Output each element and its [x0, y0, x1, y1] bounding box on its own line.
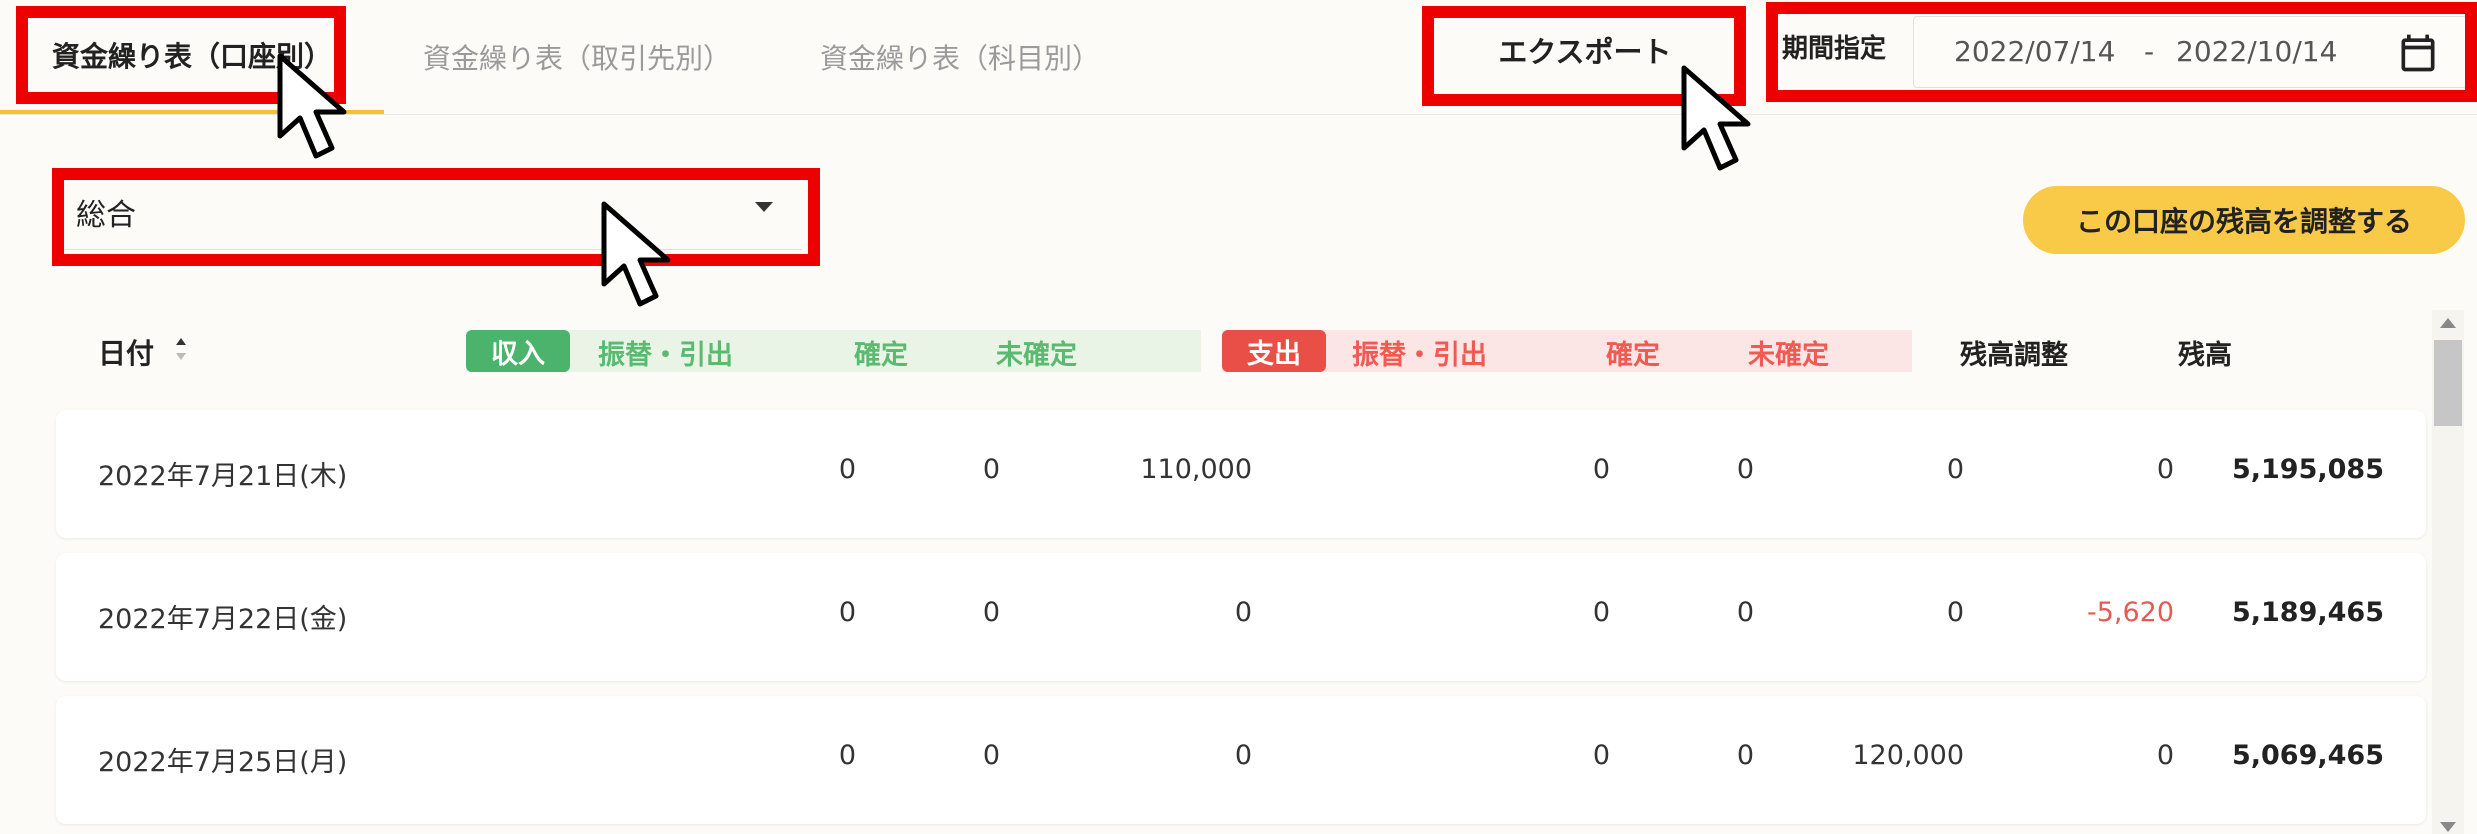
row-out-transfer: 0: [1592, 454, 1610, 485]
row-out-transfer: 0: [1592, 597, 1610, 628]
header-income-transfer: 振替・引出: [598, 340, 733, 371]
header-expense-confirmed: 確定: [1606, 340, 1660, 371]
row-in-confirmed: 0: [982, 740, 1000, 771]
cashflow-page: 資金繰り表（口座別） 資金繰り表（取引先別） 資金繰り表（科目別） エクスポート…: [0, 0, 2477, 834]
tab-by-partner[interactable]: 資金繰り表（取引先別）: [400, 0, 754, 114]
row-in-unconfirmed: 0: [1234, 597, 1252, 628]
scrollbar-thumb[interactable]: [2434, 340, 2462, 426]
account-select-value: 総合: [76, 198, 136, 233]
scroll-up-icon[interactable]: [2440, 318, 2456, 328]
row-in-transfer: 0: [838, 597, 856, 628]
row-out-confirmed: 0: [1736, 597, 1754, 628]
row-date: 2022年7月22日(金): [98, 604, 348, 635]
expense-badge: 支出: [1222, 330, 1326, 372]
header-expense-transfer: 振替・引出: [1352, 340, 1487, 371]
header-income-unconfirmed: 未確定: [996, 340, 1077, 371]
row-out-transfer: 0: [1592, 740, 1610, 771]
header-adjustment: 残高調整: [1960, 340, 2068, 371]
row-adjustment: 0: [2156, 740, 2174, 771]
row-in-confirmed: 0: [982, 454, 1000, 485]
row-balance: 5,069,465: [2231, 740, 2384, 771]
header-date[interactable]: 日付: [98, 332, 154, 372]
row-out-confirmed: 0: [1736, 454, 1754, 485]
tab-by-account-item[interactable]: 資金繰り表（科目別）: [800, 0, 1120, 114]
row-out-confirmed: 0: [1736, 740, 1754, 771]
row-in-unconfirmed: 110,000: [1140, 454, 1252, 485]
row-in-confirmed: 0: [982, 597, 1000, 628]
table-row[interactable]: 2022年7月21日(木) 0 0 110,000 0 0 0 0 5,195,…: [56, 410, 2426, 538]
date-end[interactable]: 2022/10/14: [2176, 35, 2337, 68]
export-button[interactable]: エクスポート: [1440, 18, 1730, 82]
period-label: 期間指定: [1782, 34, 1887, 64]
table-row[interactable]: 2022年7月25日(月) 0 0 0 0 0 120,000 0 5,069,…: [56, 696, 2426, 824]
date-start[interactable]: 2022/07/14: [1954, 35, 2115, 68]
header-income-confirmed: 確定: [854, 340, 908, 371]
row-balance: 5,189,465: [2231, 597, 2384, 628]
row-out-unconfirmed: 0: [1946, 454, 1964, 485]
period-date-range[interactable]: 2022/07/14 - 2022/10/14: [1913, 16, 2467, 88]
header-balance: 残高: [2178, 340, 2232, 371]
row-in-transfer: 0: [838, 740, 856, 771]
income-header-band: [466, 330, 1201, 372]
table-row[interactable]: 2022年7月22日(金) 0 0 0 0 0 0 -5,620 5,189,4…: [56, 553, 2426, 681]
row-date: 2022年7月25日(月): [98, 747, 348, 778]
sort-icon[interactable]: [172, 334, 190, 364]
row-out-unconfirmed: 120,000: [1852, 740, 1964, 771]
calendar-icon[interactable]: [2396, 31, 2440, 75]
row-out-unconfirmed: 0: [1946, 597, 1964, 628]
row-adjustment: -5,620: [2086, 597, 2174, 628]
tab-by-account[interactable]: 資金繰り表（口座別）: [0, 0, 384, 114]
chevron-down-icon[interactable]: [755, 202, 773, 212]
row-in-unconfirmed: 0: [1234, 740, 1252, 771]
account-select[interactable]: 総合: [62, 180, 802, 250]
scroll-down-icon[interactable]: [2440, 822, 2456, 832]
adjust-balance-button[interactable]: この口座の残高を調整する: [2023, 186, 2465, 254]
date-separator: -: [2144, 35, 2155, 68]
row-balance: 5,195,085: [2231, 454, 2384, 485]
row-date: 2022年7月21日(木): [98, 461, 348, 492]
header-expense-unconfirmed: 未確定: [1748, 340, 1829, 371]
income-badge: 収入: [466, 330, 570, 372]
row-in-transfer: 0: [838, 454, 856, 485]
tab-divider: [0, 114, 2477, 115]
row-adjustment: 0: [2156, 454, 2174, 485]
